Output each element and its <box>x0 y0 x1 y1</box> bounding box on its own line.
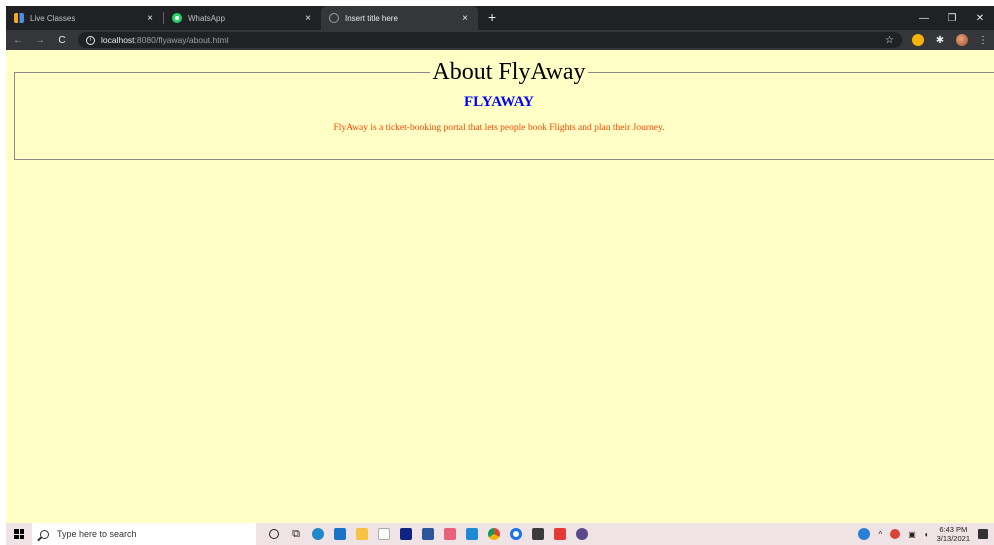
tab-whatsapp[interactable]: WhatsApp × <box>164 6 321 30</box>
live-classes-icon <box>14 13 24 23</box>
network-icon[interactable]: ▣ <box>908 530 916 539</box>
window-controls: — ❐ ✕ <box>910 6 994 30</box>
cloud-sync-icon[interactable] <box>858 528 871 540</box>
address-bar[interactable]: i localhost:8080/flyaway/about.html ☆ <box>78 32 902 48</box>
close-tab-icon[interactable]: × <box>303 13 313 24</box>
new-tab-button[interactable]: + <box>478 6 506 30</box>
description-text: FlyAway is a ticket-booking portal that … <box>333 123 665 133</box>
taskbar-search-box[interactable]: Type here to search <box>32 523 256 545</box>
windows-logo-icon <box>14 529 24 539</box>
whatsapp-icon <box>172 13 182 23</box>
chrome-icon[interactable] <box>486 526 502 542</box>
url-host: localhost <box>101 35 135 45</box>
emoji-extension-icon[interactable] <box>912 34 924 46</box>
word-icon[interactable] <box>420 526 436 542</box>
dropbox-icon[interactable] <box>398 526 414 542</box>
system-tray: ^ ▣ ◖ 6:43 PM 3/13/2021 <box>858 525 994 543</box>
eclipse-icon[interactable] <box>574 526 590 542</box>
page-viewport: About FlyAway FLYAWAY FlyAway is a ticke… <box>6 50 994 523</box>
url-text: localhost:8080/flyaway/about.html <box>101 35 229 45</box>
paint-icon[interactable] <box>442 526 458 542</box>
close-tab-icon[interactable]: × <box>460 13 470 24</box>
notification-icon[interactable] <box>978 529 988 539</box>
tab-insert-title[interactable]: Insert title here × <box>321 6 478 30</box>
antivirus-icon[interactable] <box>890 529 901 539</box>
back-arrow-icon[interactable]: ← <box>12 35 24 46</box>
tab-title: Live Classes <box>30 13 76 23</box>
search-placeholder: Type here to search <box>57 529 137 539</box>
mail-icon[interactable] <box>332 526 348 542</box>
browser-tab-strip: Live Classes × WhatsApp × Insert title h… <box>6 6 994 30</box>
forward-arrow-icon[interactable]: → <box>34 35 46 46</box>
volume-icon[interactable]: ◖ <box>924 530 929 539</box>
task-view-icon[interactable]: ⧉ <box>288 526 304 542</box>
close-window-icon[interactable]: ✕ <box>966 13 994 24</box>
media-app-icon[interactable] <box>530 526 546 542</box>
taskbar-apps: ⧉ <box>266 526 590 542</box>
clock-date: 3/13/2021 <box>936 534 970 543</box>
site-info-icon[interactable]: i <box>86 35 95 45</box>
app-ring-icon[interactable] <box>508 526 524 542</box>
clock-time: 6:43 PM <box>939 525 968 534</box>
store-icon[interactable] <box>376 526 392 542</box>
tab-title: WhatsApp <box>188 13 225 23</box>
red-app-icon[interactable] <box>552 526 568 542</box>
maximize-icon[interactable]: ❐ <box>938 13 966 24</box>
reload-icon[interactable]: C <box>56 35 68 46</box>
chevron-up-icon[interactable]: ^ <box>878 530 882 539</box>
globe-icon <box>329 13 339 23</box>
about-legend: About FlyAway <box>432 59 586 85</box>
brand-heading: FLYAWAY <box>463 94 535 110</box>
url-path: :8080/flyaway/about.html <box>134 35 229 45</box>
minimize-icon[interactable]: — <box>910 13 938 24</box>
extensions-puzzle-icon[interactable]: ✱ <box>934 35 946 46</box>
windows-taskbar: Type here to search ⧉ ^ ▣ ◖ 6:43 PM 3/13… <box>6 523 994 545</box>
bookmark-star-icon[interactable]: ☆ <box>885 35 894 46</box>
start-button[interactable] <box>6 523 32 545</box>
close-tab-icon[interactable]: × <box>145 13 155 24</box>
browser-menu-icon[interactable]: ⋮ <box>978 35 988 46</box>
tab-live-classes[interactable]: Live Classes × <box>6 6 163 30</box>
tab-title: Insert title here <box>345 13 398 23</box>
vscode-icon[interactable] <box>464 526 480 542</box>
about-fieldset: About FlyAway FLYAWAY FlyAway is a ticke… <box>14 59 994 160</box>
cortana-icon[interactable] <box>266 526 282 542</box>
profile-avatar[interactable] <box>956 34 968 46</box>
file-explorer-icon[interactable] <box>354 526 370 542</box>
edge-icon[interactable] <box>310 526 326 542</box>
taskbar-clock[interactable]: 6:43 PM 3/13/2021 <box>937 525 970 543</box>
search-icon <box>40 529 49 539</box>
browser-toolbar: ← → C i localhost:8080/flyaway/about.htm… <box>6 30 994 50</box>
